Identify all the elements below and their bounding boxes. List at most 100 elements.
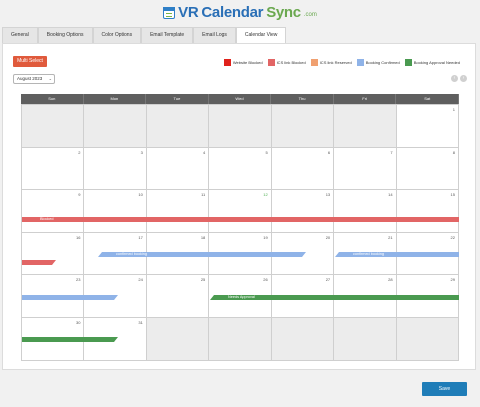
calendar: Sun Mon Tue Wed Thu Fri Sat 1 2 3 4 5 6 7 8 9 10 1… [21,94,459,361]
multi-select-button[interactable]: Multi Select [13,56,47,67]
month-select-value: August 2023 [17,76,43,81]
legend-label: Website Blocked [232,60,263,65]
day-number: 18 [200,234,206,240]
weekday-thu: Thu [271,94,334,104]
day-number: 23 [75,277,81,283]
calendar-icon [163,6,176,19]
day-cell[interactable]: 4 [146,147,210,191]
day-number: 17 [138,234,143,240]
weekday-wed: Wed [209,94,272,104]
day-number: 30 [75,319,81,325]
day-number: 8 [452,149,455,155]
weekday-tue: Tue [146,94,209,104]
legend-swatch [356,59,364,66]
day-cell[interactable]: 7 [334,147,397,191]
booking-bar[interactable] [22,260,56,265]
day-number: 10 [138,192,143,198]
next-month-button[interactable]: › [460,75,467,82]
booking-bar[interactable] [22,337,118,342]
booking-bar[interactable]: Needs Approval [210,295,459,300]
weekday-sat: Sat [396,94,459,104]
tab-general[interactable]: General [2,27,38,43]
day-cell[interactable] [271,317,335,361]
day-number: 5 [265,149,268,155]
day-cell[interactable] [146,105,210,148]
day-cell[interactable] [209,317,272,361]
day-number: 21 [388,234,393,240]
day-cell[interactable] [84,105,147,148]
legend-item-ics-blocked: ICS link Blocked [267,59,306,66]
tab-calendar-view[interactable]: Calendar View [235,27,287,43]
day-number: 13 [325,192,331,198]
day-cell[interactable]: 5 [209,147,272,191]
legend-item-booking-confirmed: Booking Confirmed [356,59,400,66]
day-cell[interactable]: 25 [146,275,210,318]
day-number: 9 [78,192,81,198]
month-select[interactable]: August 2023 ⌄ [13,74,55,84]
day-number: 2 [78,149,81,155]
booking-bar[interactable]: confirmed booking [335,252,459,257]
legend-swatch [404,59,412,66]
day-number: 19 [263,234,268,240]
status-legend: Website Blocked ICS link Blocked ICS lin… [223,59,460,66]
day-number: 3 [140,149,143,155]
day-number: 7 [390,149,393,155]
booking-bar[interactable] [22,295,118,300]
day-number: 14 [388,192,393,198]
weekday-sun: Sun [21,94,84,104]
logo-text-vr: VR [178,4,199,21]
day-cell[interactable] [146,317,210,361]
weekday-mon: Mon [84,94,147,104]
legend-label: ICS link Reserved [319,60,352,65]
day-cell[interactable]: 6 [271,147,335,191]
day-cell[interactable] [334,317,397,361]
day-number: 16 [75,234,81,240]
logo-text-com: .com [303,12,317,18]
day-number: 6 [327,149,331,155]
day-number: 11 [201,192,206,198]
day-cell[interactable]: 12 [209,190,272,233]
tab-email-template[interactable]: Email Template [141,27,194,43]
day-cell[interactable] [396,317,459,361]
settings-tabs: General Booking Options Color Options Em… [2,27,287,43]
chevron-down-icon: ⌄ [48,76,52,81]
day-cell[interactable]: 15 [396,190,459,233]
booking-bar[interactable]: confirmed booking [98,252,306,257]
legend-label: ICS link Blocked [276,60,306,65]
day-cell[interactable]: 10 [84,190,147,233]
day-number: 22 [450,234,455,240]
calendar-grid: 1 2 3 4 5 6 7 8 9 10 11 12 13 14 15 16 17 18 19 20 21 22 23 24 2… [21,104,459,361]
day-cell[interactable]: 3 [84,147,147,191]
tab-color-options[interactable]: Color Options [92,27,142,43]
day-cell[interactable]: 16 [22,232,85,276]
day-cell[interactable]: 11 [146,190,210,233]
day-cell[interactable]: 8 [396,147,459,191]
day-number: 24 [138,277,143,283]
day-cell[interactable]: 1 [396,105,459,148]
day-number: 28 [388,277,393,283]
legend-label: Booking Approval Needed [413,60,460,65]
day-cell[interactable] [271,105,335,148]
legend-label: Booking Confirmed [365,60,400,65]
day-number: 4 [203,149,206,155]
day-cell[interactable] [22,105,85,148]
day-number: 29 [450,277,455,283]
day-cell[interactable]: 2 [22,147,85,191]
day-cell[interactable] [334,105,397,148]
day-number: 12 [263,192,268,198]
day-cell[interactable] [209,105,272,148]
day-number: 25 [200,277,206,283]
booking-bar[interactable]: Blocked [22,217,459,222]
day-cell[interactable]: 14 [334,190,397,233]
day-cell[interactable]: 13 [271,190,335,233]
tab-booking-options[interactable]: Booking Options [37,27,93,43]
legend-item-approval-needed: Booking Approval Needed [404,59,460,66]
day-cell[interactable]: 9 [22,190,85,233]
save-button[interactable]: Save [422,382,467,396]
logo-text-sync: Sync [266,4,301,21]
legend-item-ics-reserved: ICS link Reserved [310,59,352,66]
tab-email-logs[interactable]: Email Logs [193,27,236,43]
prev-month-button[interactable]: ‹ [451,75,458,82]
legend-swatch [267,59,275,66]
weekday-header: Sun Mon Tue Wed Thu Fri Sat [21,94,459,104]
